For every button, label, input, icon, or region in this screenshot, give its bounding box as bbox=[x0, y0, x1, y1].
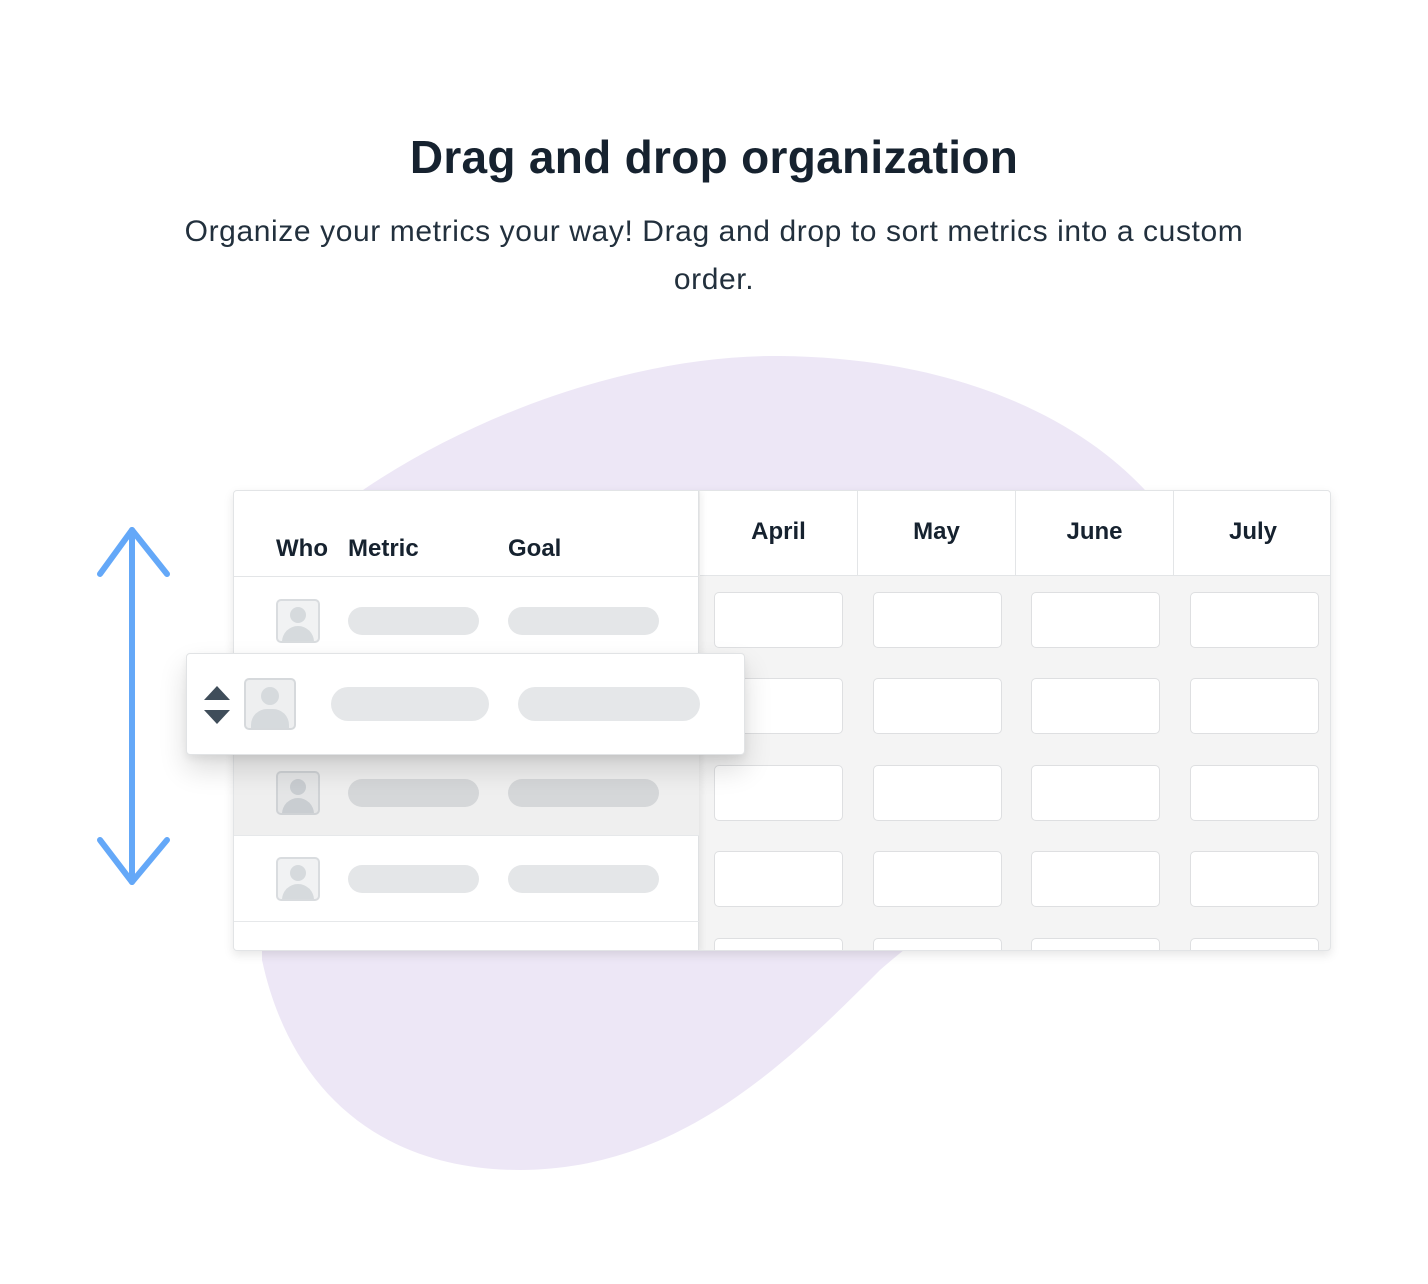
month-header-april[interactable]: April bbox=[700, 491, 858, 576]
month-header-may[interactable]: May bbox=[858, 491, 1016, 576]
user-avatar-icon bbox=[276, 599, 320, 643]
month-grid: April May June July bbox=[700, 491, 1330, 950]
month-header-june[interactable]: June bbox=[1016, 491, 1174, 576]
month-header-july[interactable]: July bbox=[1174, 491, 1330, 576]
value-cell[interactable] bbox=[1190, 678, 1319, 734]
value-cell[interactable] bbox=[714, 851, 843, 907]
user-avatar-icon bbox=[276, 771, 320, 815]
value-cell[interactable] bbox=[1190, 592, 1319, 648]
sort-up-down-icon[interactable] bbox=[203, 686, 231, 724]
value-cell[interactable] bbox=[1190, 765, 1319, 821]
value-cell[interactable] bbox=[1031, 678, 1160, 734]
column-header-goal[interactable]: Goal bbox=[508, 535, 561, 563]
value-cell[interactable] bbox=[714, 765, 843, 821]
value-cell[interactable] bbox=[1031, 938, 1160, 950]
feature-illustration: Drag and drop organization Organize your… bbox=[0, 0, 1428, 1284]
goal-placeholder bbox=[518, 687, 700, 721]
value-cell[interactable] bbox=[873, 678, 1002, 734]
value-cell[interactable] bbox=[1190, 938, 1319, 950]
value-cell[interactable] bbox=[714, 592, 843, 648]
page-subtitle: Organize your metrics your way! Drag and… bbox=[184, 215, 1244, 296]
page-title: Drag and drop organization bbox=[409, 131, 1019, 183]
value-cell[interactable] bbox=[1190, 851, 1319, 907]
metric-placeholder bbox=[331, 687, 489, 721]
metric-placeholder bbox=[348, 779, 479, 807]
goal-placeholder bbox=[508, 607, 659, 635]
value-cell[interactable] bbox=[873, 938, 1002, 950]
value-cell[interactable] bbox=[873, 851, 1002, 907]
value-cell[interactable] bbox=[873, 765, 1002, 821]
table-row[interactable] bbox=[234, 836, 699, 922]
column-header-metric[interactable]: Metric bbox=[348, 535, 419, 563]
goal-placeholder bbox=[508, 779, 659, 807]
column-header-who[interactable]: Who bbox=[276, 535, 328, 563]
value-cell[interactable] bbox=[1031, 592, 1160, 648]
table-row[interactable] bbox=[234, 578, 699, 664]
value-cell[interactable] bbox=[1031, 851, 1160, 907]
metric-placeholder bbox=[348, 865, 479, 893]
month-header: April May June July bbox=[700, 491, 1330, 576]
vertical-arrow-icon bbox=[97, 527, 170, 885]
metric-placeholder bbox=[348, 607, 479, 635]
user-avatar-icon bbox=[276, 857, 320, 901]
goal-placeholder bbox=[508, 865, 659, 893]
value-cell[interactable] bbox=[714, 938, 843, 950]
table-header: Who Metric Goal bbox=[234, 491, 699, 577]
user-avatar-icon bbox=[244, 678, 296, 730]
value-cell[interactable] bbox=[873, 592, 1002, 648]
table-row[interactable] bbox=[234, 750, 699, 836]
dragged-row[interactable] bbox=[186, 653, 745, 755]
value-cell[interactable] bbox=[1031, 765, 1160, 821]
